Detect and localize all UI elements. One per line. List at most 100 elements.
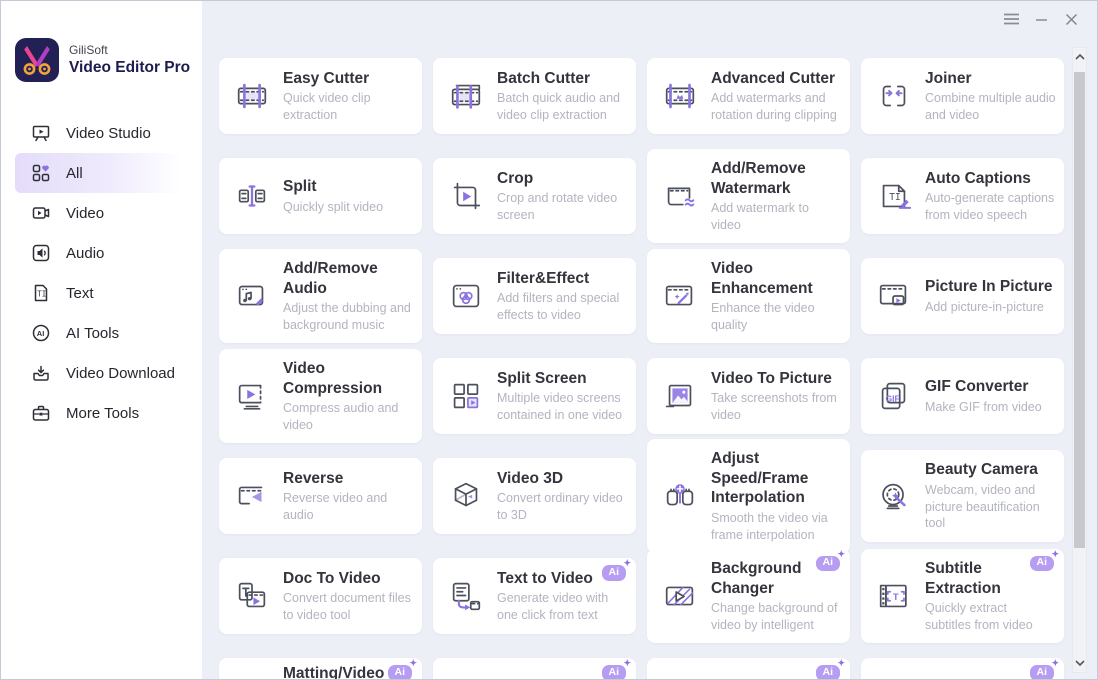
tool-card-title: Add/Remove Audio [283,259,414,299]
sidebar-item-label: Video Studio [66,125,151,142]
tool-card-description: Add watermarks and rotation during clipp… [711,90,842,123]
sidebar-item-video[interactable]: Video [15,193,182,233]
tool-card-description: Batch quick audio and video clip extract… [497,90,628,123]
tool-card[interactable]: Matting/Video Ai [219,658,422,679]
tool-card[interactable]: Adjust Speed/Frame Interpolation Smooth … [647,439,850,553]
tool-card-description: Smooth the video via frame interpolation [711,510,842,543]
scroll-down-icon[interactable] [1073,656,1086,670]
app-window: GiliSoft Video Editor Pro Video Studio A… [0,0,1098,680]
tool-card-description: Generate video with one click from text [497,590,628,623]
tool-card-title: GIF Converter [925,377,1042,397]
tool-card[interactable]: Add/Remove Audio Adjust the dubbing and … [219,249,422,344]
brand-name-top: GiliSoft [69,43,190,58]
sidebar-item-more-tools[interactable]: More Tools [15,393,182,433]
ai-circle-icon: AI [31,323,51,343]
sidebar-item-video-studio[interactable]: Video Studio [15,113,182,153]
tool-card[interactable]: Joiner Combine multiple audio and video [861,58,1064,134]
tool-card[interactable]: Ai [433,658,636,679]
tool-card[interactable]: T Subtitle Extraction Quickly extract su… [861,549,1064,644]
tool-card[interactable]: Text to Video Generate video with one cl… [433,558,636,634]
download-tray-icon [31,363,51,383]
gif-converter-icon: GIF [875,377,913,415]
scissors-logo-icon [14,37,60,83]
tool-card-description: Adjust the dubbing and background music [283,300,414,333]
scroll-up-icon[interactable] [1073,50,1086,64]
tool-card[interactable]: GIF GIF Converter Make GIF from video [861,358,1064,434]
ai-badge: Ai [388,665,413,679]
tool-card[interactable]: TI Auto Captions Auto-generate captions … [861,158,1064,234]
video-camera-icon [31,203,51,223]
tool-card-description: Multiple video screens contained in one … [497,390,628,423]
tool-card[interactable]: Background Changer Change background of … [647,549,850,644]
tool-card[interactable]: Split Quickly split video [219,158,422,234]
sidebar-item-all[interactable]: All [15,153,182,193]
video-to-picture-icon [661,377,699,415]
scrollbar-thumb[interactable] [1074,72,1085,548]
titlebar [999,7,1083,31]
close-icon[interactable] [1059,7,1083,31]
tool-card-title: Filter&Effect [497,269,628,289]
ai-badge: Ai [816,665,841,679]
sidebar-item-audio[interactable]: Audio [15,233,182,273]
watermark-icon [661,177,699,215]
tool-card-title: Crop [497,169,628,189]
tool-card[interactable]: Video 3D Convert ordinary video to 3D [433,458,636,534]
tool-card[interactable]: Ai [647,658,850,679]
tool-card-description: Change background of video by intelligen… [711,600,842,633]
sidebar-item-text[interactable]: TI Text [15,273,182,313]
tool-card-title: Video To Picture [711,369,842,389]
tool-card-description: Crop and rotate video screen [497,190,628,223]
tool-card[interactable]: Beauty Camera Webcam, video and picture … [861,450,1064,541]
scrollbar[interactable] [1072,47,1087,673]
tool-card[interactable]: Add/Remove Watermark Add watermark to vi… [647,149,850,244]
hamburger-menu-icon[interactable] [999,7,1023,31]
tool-card-description: Convert ordinary video to 3D [497,490,628,523]
tool-card[interactable]: Video To Picture Take screenshots from v… [647,358,850,434]
tool-card[interactable]: Easy Cutter Quick video clip extraction [219,58,422,134]
minimize-icon[interactable] [1029,7,1053,31]
tool-card-description: Webcam, video and picture beautification… [925,482,1056,532]
tool-card[interactable]: Video Enhancement Enhance the video qual… [647,249,850,344]
tool-card-title: Joiner [925,69,1056,89]
tool-card[interactable]: Video Compression Compress audio and vid… [219,349,422,444]
brand: GiliSoft Video Editor Pro [1,1,202,83]
tool-card[interactable]: Doc To Video Convert document files to v… [219,558,422,634]
sidebar: GiliSoft Video Editor Pro Video Studio A… [1,1,202,679]
tool-card[interactable]: Advanced Cutter Add watermarks and rotat… [647,58,850,134]
sidebar-item-ai-tools[interactable]: AI AI Tools [15,313,182,353]
tool-card-title: Beauty Camera [925,460,1056,480]
text-document-icon: TI [31,283,51,303]
brand-text: GiliSoft Video Editor Pro [69,43,190,77]
tool-card[interactable]: Split Screen Multiple video screens cont… [433,358,636,434]
svg-text:T: T [893,592,899,603]
tool-card[interactable]: Ai [861,658,1064,679]
no-icon [447,664,485,679]
batch-cutter-icon [447,77,485,115]
svg-text:AI: AI [37,329,45,338]
tool-card-description: Add filters and special effects to video [497,290,628,323]
svg-text:GIF: GIF [885,394,899,404]
subtitle-extraction-icon: T [875,577,913,615]
toolbox-icon [31,403,51,423]
tool-card[interactable]: Crop Crop and rotate video screen [433,158,636,234]
tool-card-title: Split [283,177,383,197]
no-icon [661,664,699,679]
tool-card-title: Split Screen [497,369,628,389]
video-3d-icon [447,477,485,515]
ai-badge: Ai [1030,556,1055,572]
tool-card[interactable]: Filter&Effect Add filters and special ef… [433,258,636,334]
tool-card-description: Add picture-in-picture [925,299,1052,316]
sidebar-item-label: More Tools [66,405,139,422]
tool-card[interactable]: Picture In Picture Add picture-in-pictur… [861,258,1064,334]
tool-card-title: Video 3D [497,469,628,489]
tool-card-title: Matting/Video [283,664,384,679]
no-icon [233,664,271,679]
tool-card[interactable]: Reverse Reverse video and audio [219,458,422,534]
tool-card-description: Take screenshots from video [711,390,842,423]
sidebar-item-video-download[interactable]: Video Download [15,353,182,393]
advanced-cutter-icon [661,77,699,115]
doc-to-video-icon [233,577,271,615]
tool-card[interactable]: Batch Cutter Batch quick audio and video… [433,58,636,134]
ai-badge: Ai [602,665,627,679]
auto-captions-icon: TI [875,177,913,215]
